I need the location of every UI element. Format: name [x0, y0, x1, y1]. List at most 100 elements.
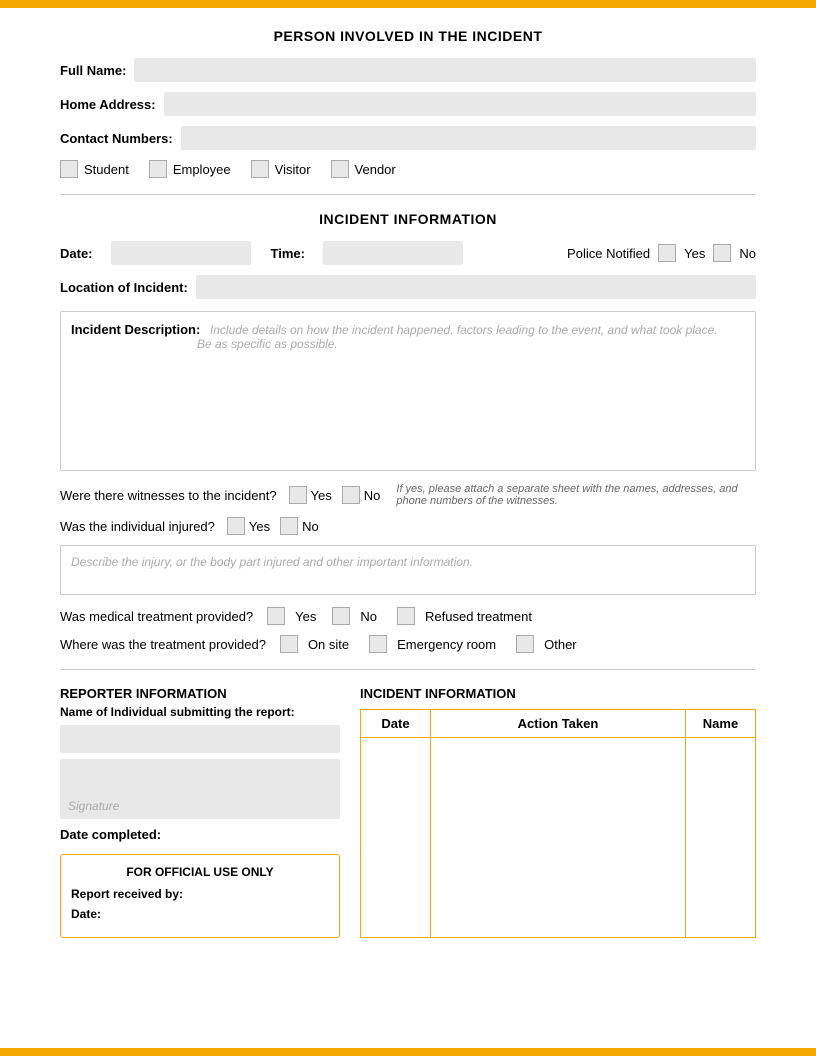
- treatment-yes-checkbox[interactable]: [267, 607, 285, 625]
- refused-checkbox[interactable]: [397, 607, 415, 625]
- vendor-checkbox-group: Vendor: [331, 160, 396, 178]
- emergency-room-label: Emergency room: [397, 637, 496, 652]
- visitor-checkbox[interactable]: [251, 160, 269, 178]
- time-label: Time:: [271, 246, 305, 261]
- on-site-checkbox[interactable]: [280, 635, 298, 653]
- treatment-no-label: No: [360, 609, 377, 624]
- section-divider-2: [60, 669, 756, 670]
- date-input[interactable]: [111, 241, 251, 265]
- person-type-row: Student Employee Visitor Vendor: [60, 160, 756, 178]
- contact-numbers-row: Contact Numbers:: [60, 126, 756, 150]
- col-name: Name: [686, 710, 756, 738]
- visitor-checkbox-group: Visitor: [251, 160, 311, 178]
- home-address-label: Home Address:: [60, 97, 156, 112]
- description-label: Incident Description:: [71, 322, 200, 337]
- emergency-room-checkbox[interactable]: [369, 635, 387, 653]
- action-table: Date Action Taken Name: [360, 709, 756, 938]
- reporter-name-label: Name of Individual submitting the report…: [60, 705, 340, 719]
- date-time-row: Date: Time: Police Notified Yes No: [60, 241, 756, 265]
- location-row: Location of Incident:: [60, 275, 756, 299]
- action-name-cell-1[interactable]: [686, 738, 756, 938]
- treatment-row: Was medical treatment provided? Yes No R…: [60, 607, 756, 625]
- bottom-bar: [0, 1048, 816, 1056]
- injured-question: Was the individual injured?: [60, 519, 215, 534]
- signature-placeholder: Signature: [68, 799, 119, 813]
- date-label: Date:: [60, 246, 93, 261]
- col-action: Action Taken: [431, 710, 686, 738]
- description-placeholder: Include details on how the incident happ…: [210, 323, 718, 337]
- full-name-row: Full Name:: [60, 58, 756, 82]
- official-use-box: FOR OFFICIAL USE ONLY Report received by…: [60, 854, 340, 938]
- police-notified-group: Police Notified Yes No: [567, 244, 756, 262]
- reporter-title: REPORTER INFORMATION: [60, 686, 340, 701]
- employee-label: Employee: [173, 162, 231, 177]
- top-bar: [0, 0, 816, 8]
- police-yes-label: Yes: [684, 246, 705, 261]
- vendor-checkbox[interactable]: [331, 160, 349, 178]
- student-checkbox-group: Student: [60, 160, 129, 178]
- treatment-no-checkbox[interactable]: [332, 607, 350, 625]
- witness-note: If yes, please attach a separate sheet w…: [396, 483, 756, 507]
- student-label: Student: [84, 162, 129, 177]
- location-label: Location of Incident:: [60, 280, 188, 295]
- location-input[interactable]: [196, 275, 756, 299]
- description-first-line: Incident Description: Include details on…: [71, 322, 745, 337]
- action-row-1: [361, 738, 756, 938]
- full-name-label: Full Name:: [60, 63, 126, 78]
- treatment-yes-label: Yes: [295, 609, 316, 624]
- date-completed-row: Date completed:: [60, 827, 340, 842]
- refused-label: Refused treatment: [425, 609, 532, 624]
- treatment-location-row: Where was the treatment provided? On sit…: [60, 635, 756, 653]
- action-taken-cell-1[interactable]: [431, 738, 686, 938]
- signature-box[interactable]: Signature: [60, 759, 340, 819]
- incident-action-title: INCIDENT INFORMATION: [360, 686, 756, 701]
- contact-numbers-input[interactable]: [181, 126, 756, 150]
- injured-yes-checkbox[interactable]: [227, 517, 245, 535]
- witness-question: Were there witnesses to the incident?: [60, 488, 277, 503]
- treatment-location-question: Where was the treatment provided?: [60, 637, 266, 652]
- on-site-label: On site: [308, 637, 349, 652]
- action-date-cell-1[interactable]: [361, 738, 431, 938]
- police-notified-label: Police Notified: [567, 246, 650, 261]
- official-use-title: FOR OFFICIAL USE ONLY: [71, 865, 329, 879]
- witness-yes-checkbox[interactable]: [289, 486, 307, 504]
- home-address-input[interactable]: [164, 92, 756, 116]
- student-checkbox[interactable]: [60, 160, 78, 178]
- bottom-section: REPORTER INFORMATION Name of Individual …: [60, 686, 756, 938]
- date-completed-label: Date completed:: [60, 827, 161, 842]
- treatment-question: Was medical treatment provided?: [60, 609, 253, 624]
- description-placeholder-line2: Be as specific as possible.: [197, 337, 745, 351]
- time-input[interactable]: [323, 241, 463, 265]
- description-box[interactable]: Incident Description: Include details on…: [60, 311, 756, 471]
- witness-yes-label: Yes: [311, 488, 332, 503]
- other-checkbox[interactable]: [516, 635, 534, 653]
- received-by-label: Report received by:: [71, 887, 183, 901]
- police-no-label: No: [739, 246, 756, 261]
- injury-box[interactable]: Describe the injury, or the body part in…: [60, 545, 756, 595]
- injured-no-label: No: [302, 519, 319, 534]
- official-date-row: Date:: [71, 907, 329, 921]
- injured-no-checkbox[interactable]: [280, 517, 298, 535]
- other-label: Other: [544, 637, 577, 652]
- reporter-name-input[interactable]: [60, 725, 340, 753]
- injured-yes-label: Yes: [249, 519, 270, 534]
- injured-row: Was the individual injured? Yes No: [60, 517, 756, 535]
- home-address-row: Home Address:: [60, 92, 756, 116]
- vendor-label: Vendor: [355, 162, 396, 177]
- police-yes-checkbox[interactable]: [658, 244, 676, 262]
- contact-numbers-label: Contact Numbers:: [60, 131, 173, 146]
- injury-placeholder: Describe the injury, or the body part in…: [71, 555, 473, 569]
- official-date-label: Date:: [71, 907, 101, 921]
- reporter-section: REPORTER INFORMATION Name of Individual …: [60, 686, 340, 938]
- employee-checkbox[interactable]: [149, 160, 167, 178]
- person-section-title: PERSON INVOLVED IN THE INCIDENT: [60, 28, 756, 44]
- police-no-checkbox[interactable]: [713, 244, 731, 262]
- received-by-row: Report received by:: [71, 887, 329, 901]
- witness-no-label: No: [364, 488, 381, 503]
- witness-no-checkbox[interactable]: [342, 486, 360, 504]
- section-divider-1: [60, 194, 756, 195]
- visitor-label: Visitor: [275, 162, 311, 177]
- incident-action-section: INCIDENT INFORMATION Date Action Taken N…: [360, 686, 756, 938]
- employee-checkbox-group: Employee: [149, 160, 231, 178]
- full-name-input[interactable]: [134, 58, 756, 82]
